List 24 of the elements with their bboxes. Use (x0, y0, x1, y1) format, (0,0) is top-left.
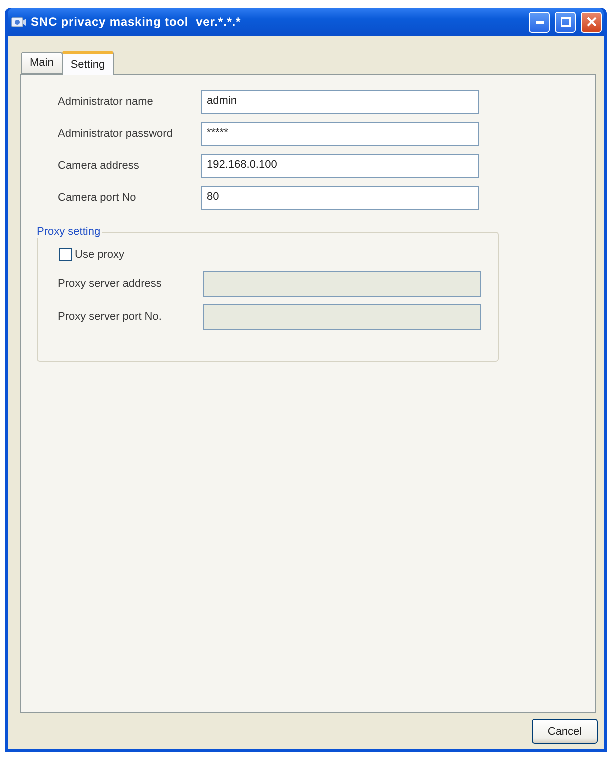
maximize-button[interactable] (555, 12, 576, 32)
field-label: Proxy server port No. (58, 311, 163, 323)
tab[interactable]: Main (21, 52, 63, 74)
group-title: Proxy setting (36, 226, 102, 238)
field-label: Administrator password (58, 128, 174, 140)
field-label: Proxy server address (58, 278, 163, 290)
window-title: SNC privacy masking tool ver.*.*.* (31, 15, 242, 29)
checkbox-label: Use proxy (75, 248, 125, 260)
field-label: Camera port No (58, 192, 138, 204)
text-field[interactable]: ***** (201, 122, 479, 146)
text-field[interactable]: 80 (201, 186, 479, 210)
field-label: Administrator name (58, 96, 154, 108)
maximize-icon (560, 17, 570, 27)
cancel-button[interactable]: Cancel (532, 719, 598, 744)
text-field[interactable]: admin (201, 90, 479, 114)
checkbox[interactable] (59, 248, 72, 261)
camera-icon (11, 15, 27, 29)
field-label: Camera address (58, 160, 140, 172)
minimize-icon (536, 20, 544, 24)
close-icon (586, 17, 596, 27)
text-field[interactable]: 192.168.0.100 (201, 154, 479, 178)
close-button[interactable] (581, 12, 602, 32)
tab[interactable]: Setting (62, 51, 114, 75)
minimize-button[interactable] (529, 12, 550, 32)
